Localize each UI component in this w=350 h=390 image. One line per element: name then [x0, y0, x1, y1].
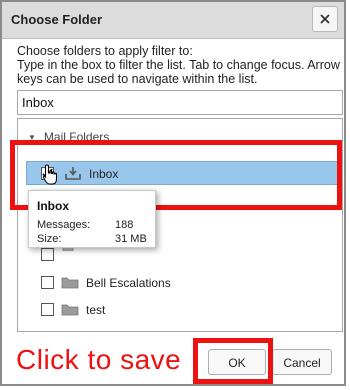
cancel-button[interactable]: Cancel	[272, 349, 332, 375]
click-to-save-annotation: Click to save	[16, 344, 182, 375]
close-button[interactable]	[312, 6, 338, 32]
trash-checkbox[interactable]	[41, 248, 54, 261]
folder-icon	[61, 277, 79, 289]
instructions-text: Choose folders to apply filter to: Type …	[17, 44, 340, 86]
bell-escalations-checkbox[interactable]	[41, 276, 54, 289]
tree-item-label: Bell Escalations	[86, 276, 171, 290]
tooltip-title: Inbox	[37, 199, 69, 213]
folder-info-tooltip: Inbox Messages: 188 Size: 31 MB	[28, 190, 156, 248]
close-icon	[320, 14, 330, 24]
tooltip-messages-label: Messages:	[37, 219, 91, 231]
tree-item-trash[interactable]	[18, 245, 342, 269]
test-checkbox[interactable]	[41, 303, 54, 316]
tooltip-size-label: Size:	[37, 233, 62, 245]
dialog-titlebar: Choose Folder	[2, 2, 344, 39]
tree-item-test[interactable]: test	[18, 300, 342, 324]
tree-item-bell-escalations[interactable]: Bell Escalations	[18, 273, 342, 297]
ok-button-highlight	[193, 338, 273, 384]
tooltip-size-value: 31 MB	[115, 233, 147, 245]
tooltip-messages-value: 188	[115, 219, 134, 231]
folder-icon	[61, 304, 79, 316]
folder-filter-input[interactable]	[17, 90, 343, 115]
mouse-pointer-icon	[42, 164, 58, 185]
tree-item-label: test	[86, 303, 106, 317]
dialog-title: Choose Folder	[11, 12, 103, 27]
